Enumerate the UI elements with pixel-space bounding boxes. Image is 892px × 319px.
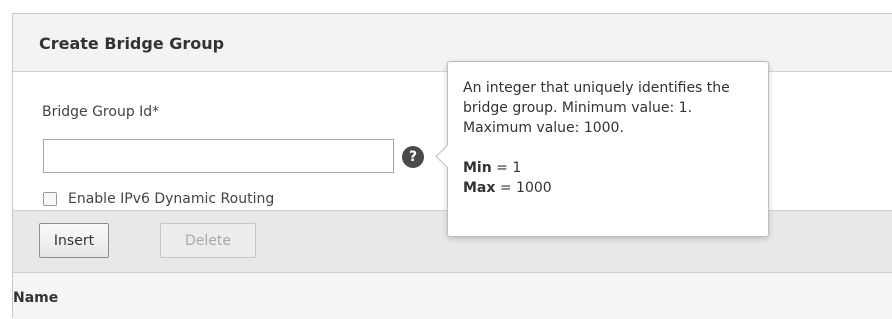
panel-title: Create Bridge Group [39,34,225,53]
tooltip-range: Min = 1 Max = 1000 [463,158,756,198]
tooltip-max-value: = 1000 [499,180,552,196]
enable-ipv6-routing-label[interactable]: Enable IPv6 Dynamic Routing [68,191,274,207]
tooltip-description: An integer that uniquely identifies the … [463,80,730,136]
insert-button[interactable]: Insert [39,223,109,258]
bridge-group-id-input[interactable] [43,139,394,173]
delete-button[interactable]: Delete [160,223,256,258]
table-header: Name [13,273,892,319]
bridge-group-id-label: Bridge Group Id* [42,104,160,120]
tooltip-min-value: = 1 [496,160,522,176]
tooltip-min-label: Min [463,160,492,176]
tooltip-min: Min = 1 [463,158,756,178]
enable-ipv6-routing-checkbox[interactable] [43,192,57,206]
enable-ipv6-routing-row: Enable IPv6 Dynamic Routing [43,189,274,209]
help-tooltip: An integer that uniquely identifies the … [435,61,769,237]
tooltip-max-label: Max [463,180,496,196]
help-icon[interactable]: ? [402,146,424,168]
tooltip-max: Max = 1000 [463,178,756,198]
column-header-name[interactable]: Name [13,290,58,306]
